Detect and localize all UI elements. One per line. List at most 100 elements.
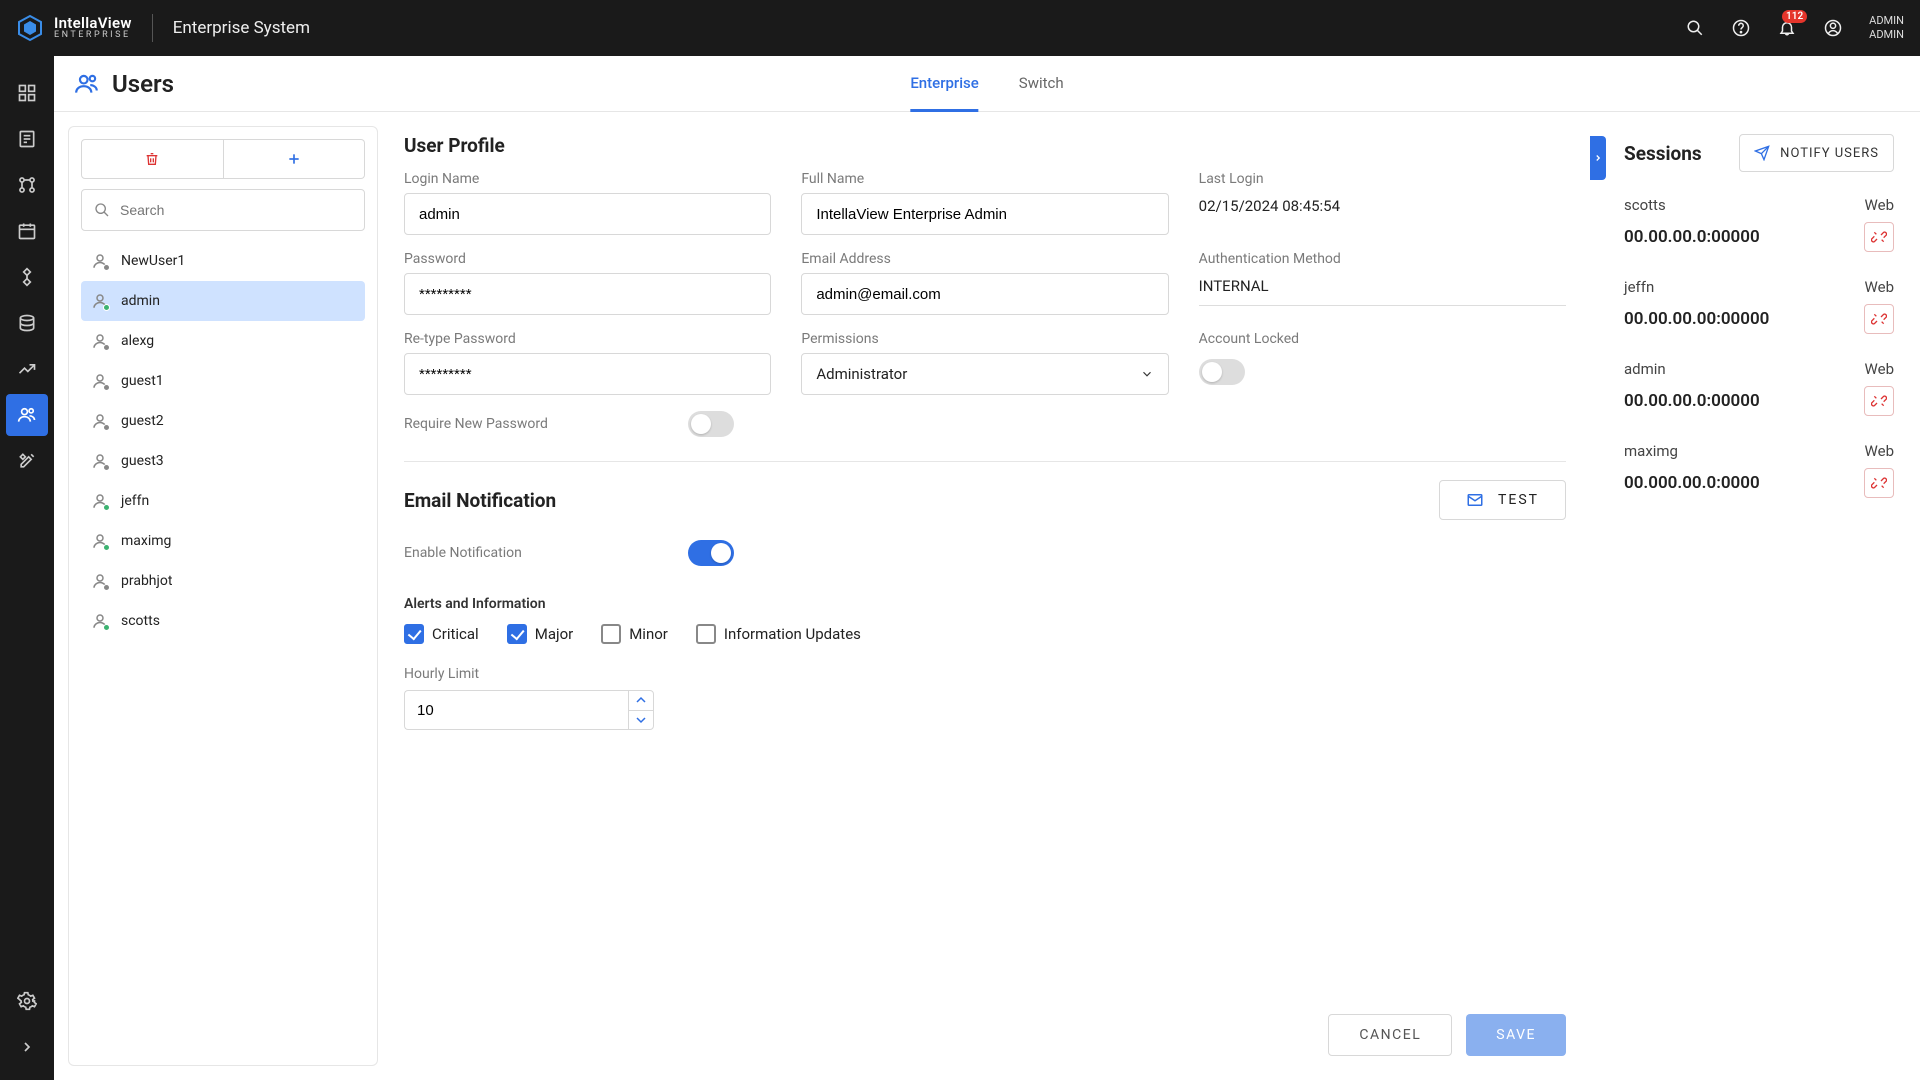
sidebar-item-users[interactable] xyxy=(6,394,48,436)
help-icon[interactable] xyxy=(1731,18,1751,38)
tab-switch[interactable]: Switch xyxy=(1019,56,1064,112)
hourly-limit-label: Hourly Limit xyxy=(404,666,1566,682)
send-icon xyxy=(1754,145,1770,161)
user-row[interactable]: prabhjot xyxy=(81,561,365,601)
label-lastlogin: Last Login xyxy=(1199,171,1566,187)
tab-enterprise[interactable]: Enterprise xyxy=(910,56,978,112)
checkbox-major[interactable]: Major xyxy=(507,624,573,644)
sidebar-item-storage[interactable] xyxy=(6,302,48,344)
cancel-button[interactable]: CANCEL xyxy=(1328,1014,1452,1056)
checkbox-information-updates[interactable]: Information Updates xyxy=(696,624,861,644)
session-disconnect-button[interactable] xyxy=(1864,386,1894,416)
sidebar-item-topology[interactable] xyxy=(6,164,48,206)
session-item: maximg Web 00.000.00.0:0000 xyxy=(1624,432,1894,514)
test-email-button[interactable]: TEST xyxy=(1439,480,1566,520)
session-address: 00.00.00.0:00000 xyxy=(1624,227,1760,247)
auth-method-value: INTERNAL xyxy=(1199,273,1566,306)
sidebar-item-settings[interactable] xyxy=(6,980,48,1022)
session-address: 00.000.00.0:0000 xyxy=(1624,473,1760,493)
session-disconnect-button[interactable] xyxy=(1864,468,1894,498)
brand-line1: IntellaView xyxy=(54,16,132,31)
user-row[interactable]: admin xyxy=(81,281,365,321)
notification-badge: 112 xyxy=(1782,10,1807,23)
hourly-decrement[interactable] xyxy=(629,711,653,730)
user-row[interactable]: alexg xyxy=(81,321,365,361)
hourly-increment[interactable] xyxy=(629,691,653,711)
user-avatar-icon xyxy=(91,612,109,630)
label-password: Password xyxy=(404,251,771,267)
checkbox-box xyxy=(601,624,621,644)
user-row[interactable]: maximg xyxy=(81,521,365,561)
sidebar-item-tools[interactable] xyxy=(6,440,48,482)
label-locked: Account Locked xyxy=(1199,331,1566,347)
sidebar-item-logs[interactable] xyxy=(6,118,48,160)
topbar-divider xyxy=(152,14,153,42)
notify-users-label: NOTIFY USERS xyxy=(1780,146,1879,161)
user-avatar-icon xyxy=(91,532,109,550)
system-title: Enterprise System xyxy=(173,18,310,38)
account-line1: ADMIN xyxy=(1869,14,1904,28)
account-label: ADMIN ADMIN xyxy=(1869,14,1904,43)
checkbox-label: Major xyxy=(535,625,573,643)
retype-password-input[interactable] xyxy=(404,353,771,395)
session-disconnect-button[interactable] xyxy=(1864,222,1894,252)
notifications-icon[interactable]: 112 xyxy=(1777,18,1797,38)
sidebar-item-analytics[interactable] xyxy=(6,348,48,390)
permissions-value: Administrator xyxy=(816,365,907,383)
checkbox-critical[interactable]: Critical xyxy=(404,624,479,644)
save-button[interactable]: SAVE xyxy=(1466,1014,1566,1056)
email-input[interactable] xyxy=(801,273,1168,315)
delete-user-button[interactable] xyxy=(81,139,224,179)
user-search[interactable] xyxy=(81,189,365,231)
enable-notification-toggle[interactable] xyxy=(688,540,734,566)
require-new-password-toggle[interactable] xyxy=(688,411,734,437)
user-row[interactable]: guest1 xyxy=(81,361,365,401)
account-line2: ADMIN xyxy=(1869,28,1904,42)
password-input[interactable] xyxy=(404,273,771,315)
page-header: Users Enterprise Switch xyxy=(54,56,1920,112)
user-rows: NewUser1 admin alexg guest1 guest2 guest… xyxy=(81,241,365,641)
hourly-limit-input[interactable] xyxy=(404,690,628,730)
session-type: Web xyxy=(1865,278,1894,296)
account-locked-toggle[interactable] xyxy=(1199,359,1245,385)
user-row-name: jeffn xyxy=(121,493,149,509)
session-type: Web xyxy=(1865,442,1894,460)
sidebar-item-calendar[interactable] xyxy=(6,210,48,252)
session-user: scotts xyxy=(1624,196,1666,214)
permissions-select[interactable]: Administrator xyxy=(801,353,1168,395)
user-row[interactable]: jeffn xyxy=(81,481,365,521)
label-fullname: Full Name xyxy=(801,171,1168,187)
brand-text: IntellaView ENTERPRISE xyxy=(54,16,132,40)
account-icon[interactable] xyxy=(1823,18,1843,38)
user-avatar-icon xyxy=(91,572,109,590)
sessions-title: Sessions xyxy=(1624,142,1702,165)
user-row-name: maximg xyxy=(121,533,171,549)
session-item: jeffn Web 00.00.00.00:00000 xyxy=(1624,268,1894,350)
checkbox-box xyxy=(404,624,424,644)
user-row[interactable]: guest3 xyxy=(81,441,365,481)
user-row[interactable]: scotts xyxy=(81,601,365,641)
login-name-input[interactable] xyxy=(404,193,771,235)
add-user-button[interactable] xyxy=(224,139,366,179)
email-section-title: Email Notification xyxy=(404,489,556,512)
notify-users-button[interactable]: NOTIFY USERS xyxy=(1739,134,1894,172)
last-login-value: 02/15/2024 08:45:54 xyxy=(1199,193,1566,215)
session-user: maximg xyxy=(1624,442,1678,460)
session-disconnect-button[interactable] xyxy=(1864,304,1894,334)
search-icon[interactable] xyxy=(1685,18,1705,38)
sessions-collapse-toggle[interactable] xyxy=(1590,136,1606,180)
checkbox-minor[interactable]: Minor xyxy=(601,624,668,644)
session-item: admin Web 00.00.00.0:00000 xyxy=(1624,350,1894,432)
label-authmethod: Authentication Method xyxy=(1199,251,1566,267)
user-row-name: guest1 xyxy=(121,373,164,389)
user-avatar-icon xyxy=(91,252,109,270)
brand-line2: ENTERPRISE xyxy=(54,31,132,40)
sidebar-item-dashboard[interactable] xyxy=(6,72,48,114)
user-row[interactable]: guest2 xyxy=(81,401,365,441)
sidebar-expand-toggle[interactable] xyxy=(6,1026,48,1068)
user-row-name: admin xyxy=(121,293,160,309)
user-search-input[interactable] xyxy=(120,202,352,218)
user-row[interactable]: NewUser1 xyxy=(81,241,365,281)
sidebar-item-network[interactable] xyxy=(6,256,48,298)
full-name-input[interactable] xyxy=(801,193,1168,235)
